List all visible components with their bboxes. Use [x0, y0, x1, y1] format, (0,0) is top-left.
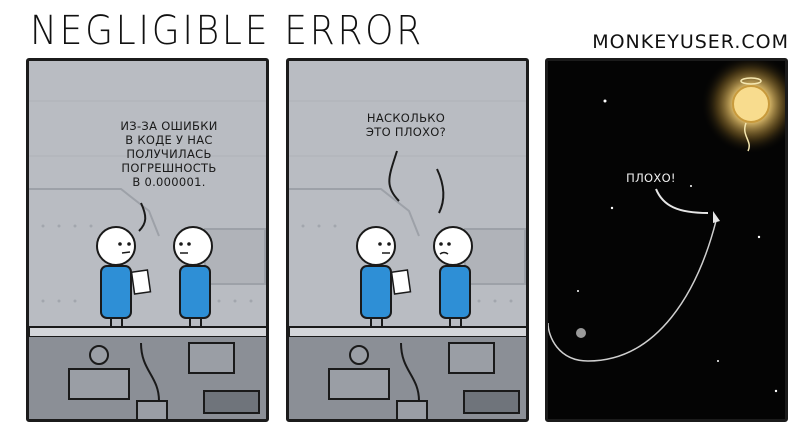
- listener-person: [433, 226, 473, 328]
- speech-text-2: НАСКОЛЬКО ЭТО ПЛОХО?: [365, 111, 447, 139]
- speech-text-1: ИЗ-ЗА ОШИБКИ В КОДЕ У НАС ПОЛУЧИЛАСЬ ПОГ…: [120, 119, 218, 189]
- panel-1-scene: [29, 61, 266, 419]
- panel-1: ИЗ-ЗА ОШИБКИ В КОДЕ У НАС ПОЛУЧИЛАСЬ ПОГ…: [26, 58, 269, 422]
- site-name: MONKEYUSER.COM: [592, 31, 789, 53]
- panel-3-space-scene: [548, 61, 785, 419]
- panel-2: НАСКОЛЬКО ЭТО ПЛОХО?: [286, 58, 529, 422]
- panel-3: ПЛОХО!: [545, 58, 788, 422]
- planet: [576, 328, 586, 338]
- speech-text-3: ПЛОХО!: [626, 171, 676, 185]
- comic-title: NEGLIGIBLE ERROR: [30, 8, 424, 54]
- listener-person: [173, 226, 213, 328]
